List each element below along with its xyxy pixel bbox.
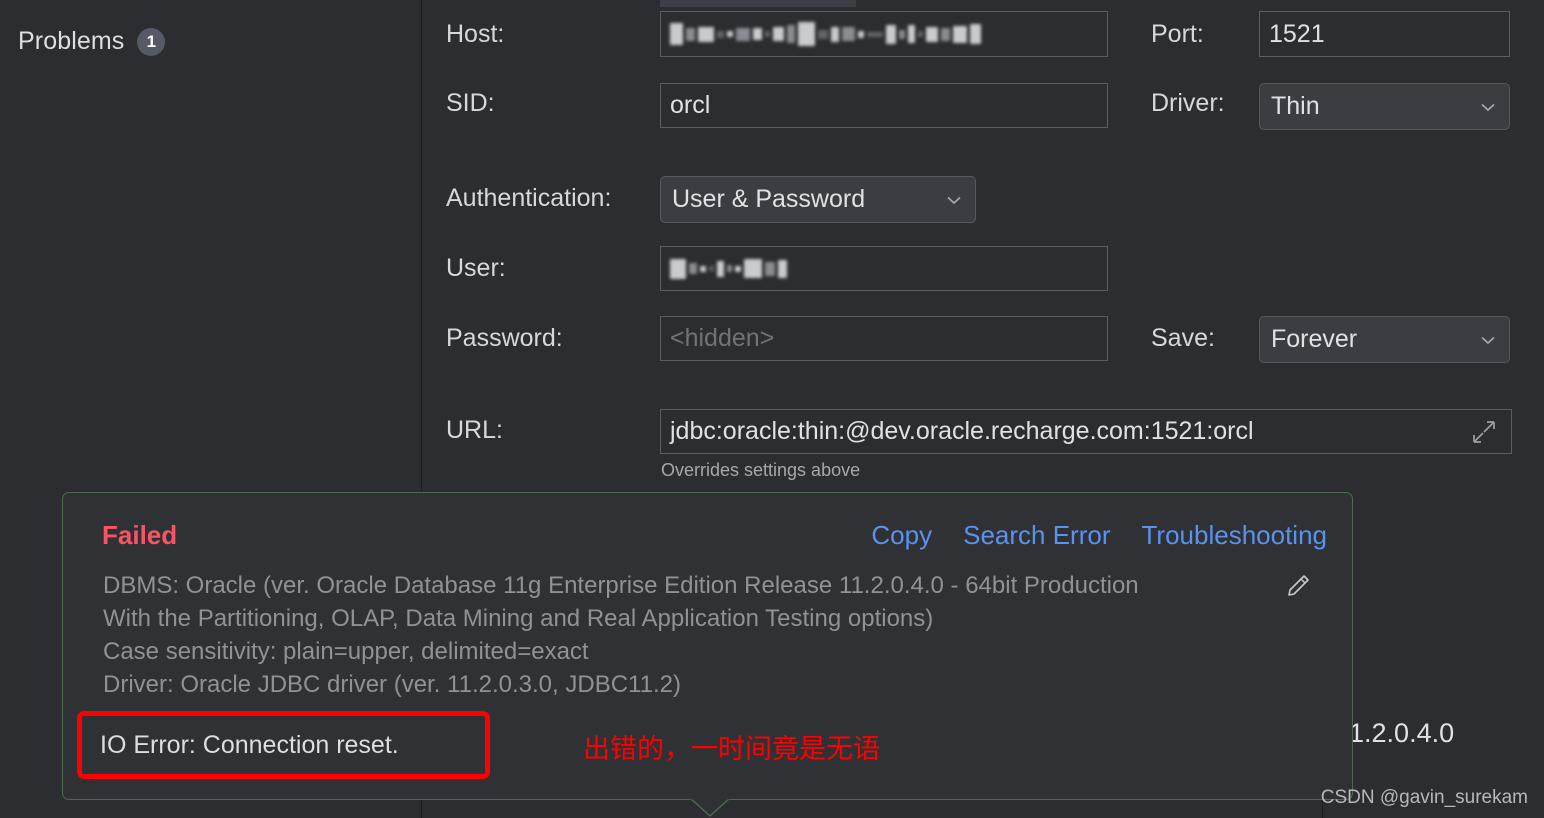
detail-line: With the Partitioning, OLAP, Data Mining… bbox=[103, 605, 934, 632]
host-redacted-value bbox=[670, 12, 981, 56]
background-version-text: 11.2.0.4.0 bbox=[1336, 718, 1455, 748]
csdn-watermark: CSDN @gavin_surekam bbox=[1320, 787, 1528, 808]
password-input[interactable]: <hidden> bbox=[660, 316, 1108, 361]
save-label: Save: bbox=[1151, 324, 1215, 352]
copy-link[interactable]: Copy bbox=[871, 520, 932, 551]
authentication-value: User & Password bbox=[672, 185, 866, 213]
host-field-sheen bbox=[660, 0, 856, 7]
user-label: User: bbox=[446, 254, 506, 282]
password-label: Password: bbox=[446, 324, 563, 352]
port-input[interactable]: 1521 bbox=[1259, 11, 1510, 57]
io-error-highlight-box: IO Error: Connection reset. bbox=[77, 711, 490, 779]
detail-line: DBMS: Oracle (ver. Oracle Database 11g E… bbox=[103, 572, 1139, 599]
detail-line: Driver: Oracle JDBC driver (ver. 11.2.0.… bbox=[103, 671, 681, 698]
error-detail-text: DBMS: Oracle (ver. Oracle Database 11g E… bbox=[103, 569, 1313, 701]
save-value: Forever bbox=[1271, 325, 1358, 353]
expand-arrows-icon[interactable] bbox=[1468, 418, 1498, 446]
search-error-link[interactable]: Search Error bbox=[963, 520, 1110, 551]
io-error-message: IO Error: Connection reset. bbox=[100, 730, 399, 759]
problems-tab[interactable]: Problems 1 bbox=[18, 27, 166, 56]
url-input[interactable]: jdbc:oracle:thin:@dev.oracle.recharge.co… bbox=[660, 409, 1512, 454]
host-label: Host: bbox=[446, 20, 505, 48]
popup-pointer-tail bbox=[690, 798, 730, 817]
chevron-down-icon bbox=[1478, 97, 1498, 117]
problems-label: Problems bbox=[18, 27, 125, 55]
problems-count-badge: 1 bbox=[137, 27, 166, 56]
sid-label: SID: bbox=[446, 89, 495, 117]
connection-test-error-popup: Failed Copy Search Error Troubleshooting… bbox=[62, 492, 1353, 800]
save-select[interactable]: Forever bbox=[1259, 316, 1510, 363]
driver-value: Thin bbox=[1271, 92, 1320, 120]
user-input[interactable] bbox=[660, 246, 1108, 291]
chevron-down-icon bbox=[1478, 330, 1498, 350]
driver-label: Driver: bbox=[1151, 89, 1225, 117]
url-label: URL: bbox=[446, 416, 503, 444]
authentication-label: Authentication: bbox=[446, 184, 612, 212]
user-redacted-value bbox=[670, 247, 787, 290]
host-input[interactable] bbox=[660, 11, 1108, 57]
pencil-icon[interactable] bbox=[1285, 573, 1311, 599]
failed-status-label: Failed bbox=[102, 520, 178, 550]
port-label: Port: bbox=[1151, 20, 1204, 48]
url-override-note: Overrides settings above bbox=[661, 460, 861, 480]
chevron-down-icon bbox=[944, 190, 964, 210]
sid-input[interactable]: orcl bbox=[660, 83, 1108, 128]
chinese-annotation: 出错的，一时间竟是无语 bbox=[583, 734, 880, 764]
authentication-select[interactable]: User & Password bbox=[660, 176, 976, 223]
driver-select[interactable]: Thin bbox=[1259, 83, 1510, 130]
detail-line: Case sensitivity: plain=upper, delimited… bbox=[103, 638, 589, 665]
troubleshooting-link[interactable]: Troubleshooting bbox=[1142, 520, 1328, 551]
popup-action-links: Copy Search Error Troubleshooting bbox=[871, 520, 1327, 551]
